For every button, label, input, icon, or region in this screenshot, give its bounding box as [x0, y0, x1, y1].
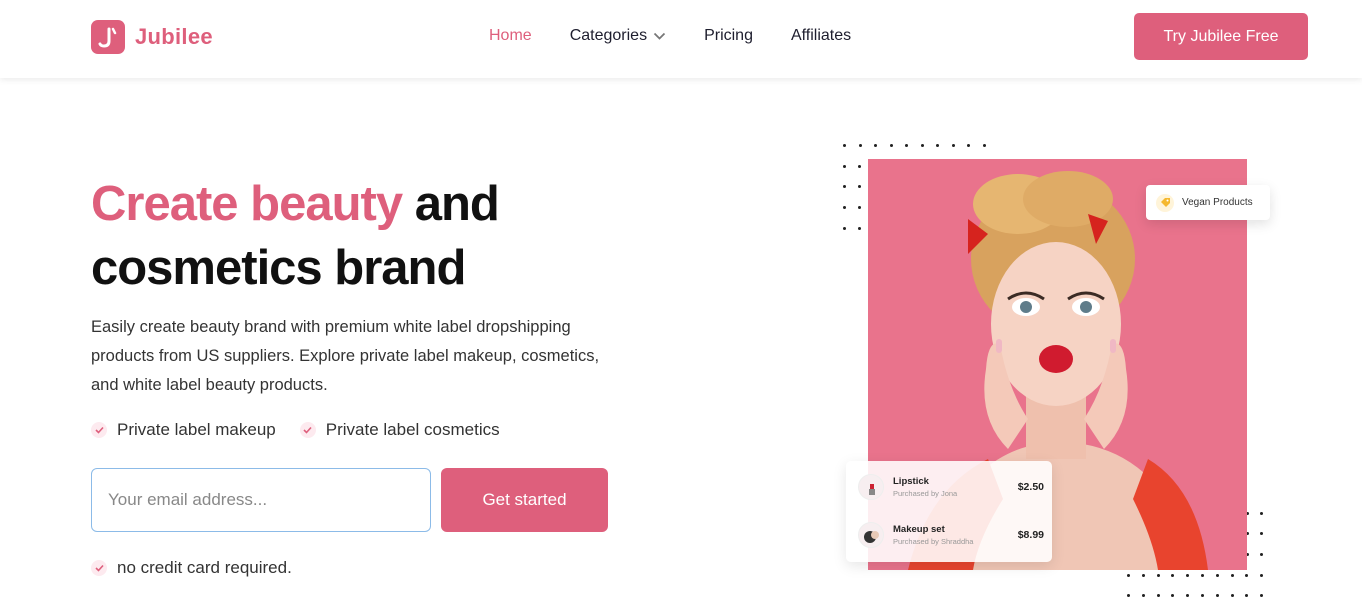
dot	[1141, 574, 1145, 577]
hero-title: Create beauty and cosmetics brand	[91, 172, 500, 300]
try-free-button[interactable]: Try Jubilee Free	[1134, 13, 1308, 60]
makeup-set-icon	[858, 522, 884, 548]
dot	[1245, 574, 1249, 577]
nav-home-label: Home	[489, 27, 532, 44]
product-price: $2.50	[1017, 481, 1044, 493]
product-buyer: Purchased by Shraddha	[893, 537, 974, 546]
hero-description: Easily create beauty brand with premium …	[91, 318, 600, 394]
dot	[1260, 512, 1263, 515]
dot	[843, 144, 846, 147]
check-icon	[299, 422, 316, 438]
dot	[951, 144, 955, 147]
dot	[858, 206, 861, 209]
dot	[967, 144, 970, 147]
nav-categories-label: Categories	[569, 27, 648, 44]
dot	[1186, 594, 1190, 597]
logo[interactable]: Jubilee	[91, 20, 213, 54]
nav-home[interactable]: Home	[489, 27, 532, 45]
vegan-badge: Vegan Products	[1146, 185, 1270, 220]
dot	[1201, 594, 1204, 597]
feature-item: Private label cosmetics	[299, 420, 500, 440]
dot	[843, 227, 846, 230]
dot	[1127, 594, 1130, 597]
check-icon	[91, 422, 107, 438]
dot	[1260, 532, 1263, 535]
dot	[1201, 574, 1204, 577]
dot	[1230, 574, 1234, 577]
dot	[1156, 574, 1160, 577]
feature-label: Private label cosmetics	[325, 420, 500, 439]
dot	[905, 144, 908, 147]
dot	[1171, 574, 1175, 577]
dot	[1260, 594, 1264, 597]
dot	[1260, 574, 1264, 577]
product-name: Lipstick	[893, 476, 929, 487]
dot	[1156, 594, 1160, 597]
dot	[920, 144, 924, 147]
dot	[843, 185, 846, 188]
site-header: Jubilee Home Categories Pricing Affiliat…	[0, 0, 1362, 78]
check-icon	[91, 560, 107, 576]
email-input[interactable]	[91, 468, 431, 532]
dot	[858, 185, 861, 188]
lipstick-icon	[858, 474, 884, 500]
dot	[1230, 594, 1234, 597]
feature-label: Private label makeup	[117, 420, 276, 439]
dot	[858, 144, 862, 147]
list-item: Makeup set Purchased by Shraddha $8.99	[858, 516, 1044, 554]
nav-categories[interactable]: Categories	[570, 27, 666, 45]
feature-list: Private label makeup Private label cosme…	[91, 420, 524, 440]
dot	[1171, 594, 1175, 597]
product-buyer: Purchased by Jona	[893, 489, 958, 498]
list-item: Lipstick Purchased by Jona $2.50	[858, 468, 1044, 506]
dot	[1215, 574, 1219, 577]
dot	[1186, 574, 1190, 577]
get-started-button[interactable]: Get started	[441, 468, 608, 532]
logo-icon	[91, 20, 125, 54]
nav-pricing[interactable]: Pricing	[704, 27, 753, 45]
nav-pricing-label: Pricing	[704, 27, 753, 44]
nav-affiliates[interactable]: Affiliates	[791, 27, 851, 45]
feature-item: Private label makeup	[91, 420, 276, 440]
dot	[982, 144, 986, 147]
hero-title-highlight: Create beauty	[91, 177, 403, 231]
dot	[1215, 594, 1219, 597]
dot	[889, 144, 893, 147]
hero-title-rest: and	[402, 177, 500, 231]
dot	[1127, 574, 1130, 577]
tag-icon	[1156, 193, 1174, 212]
main-nav: Home Categories Pricing Affiliates	[489, 27, 889, 45]
dot	[858, 227, 861, 230]
dot	[1260, 553, 1263, 556]
no-credit-card-note: no credit card required.	[91, 558, 292, 578]
dot	[1245, 594, 1249, 597]
chevron-down-icon	[653, 32, 666, 40]
vegan-badge-label: Vegan Products	[1182, 197, 1253, 208]
recent-purchases-card: Lipstick Purchased by Jona $2.50 Makeup …	[846, 461, 1052, 562]
dot	[1141, 594, 1145, 597]
dot	[936, 144, 939, 147]
nav-affiliates-label: Affiliates	[790, 27, 852, 44]
product-name: Makeup set	[893, 524, 945, 535]
product-price: $8.99	[1017, 529, 1044, 541]
dot	[874, 144, 877, 147]
dot	[858, 165, 861, 168]
note-label: no credit card required.	[117, 558, 292, 577]
dot	[843, 206, 846, 209]
hero-title-line2: cosmetics brand	[91, 241, 466, 295]
logo-text: Jubilee	[135, 24, 213, 49]
dot	[843, 165, 846, 168]
